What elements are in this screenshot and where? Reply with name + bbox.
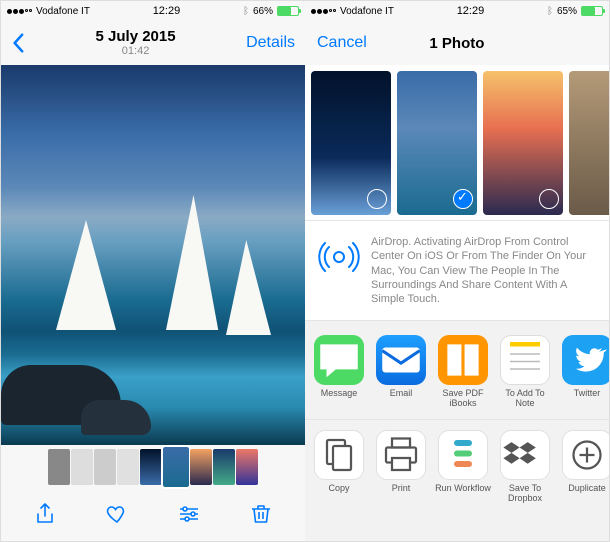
bluetooth-icon xyxy=(243,5,249,17)
copy-icon xyxy=(314,430,364,480)
airdrop-text: AirDrop. Activating AirDrop From Control… xyxy=(371,235,597,306)
battery-icon xyxy=(277,6,299,16)
dropbox-icon xyxy=(500,430,550,480)
nav-bar: 5 July 2015 01:42 Details xyxy=(1,21,305,65)
action-label: Copy xyxy=(328,484,349,494)
ibooks-icon xyxy=(438,335,488,385)
status-time: 12:29 xyxy=(457,5,485,17)
actions-row[interactable]: Copy Print Run Workflow Save To Dropbox Dupl… xyxy=(305,419,609,514)
selection-check-icon[interactable] xyxy=(539,189,559,209)
battery-icon xyxy=(581,6,603,16)
airdrop-row[interactable]: AirDrop. Activating AirDrop From Control… xyxy=(305,220,609,321)
status-bar: Vodafone IT 12:29 66% xyxy=(1,1,305,21)
share-button[interactable] xyxy=(33,502,57,526)
battery-percent: 66% xyxy=(253,6,273,17)
thumbnail[interactable] xyxy=(163,447,189,487)
status-time: 12:29 xyxy=(153,5,181,17)
action-copy-button[interactable]: Copy xyxy=(311,430,367,504)
action-label: Save To Dropbox xyxy=(497,484,553,504)
thumbnail[interactable] xyxy=(236,449,258,485)
selection-thumbnail[interactable] xyxy=(569,71,609,215)
cancel-button[interactable]: Cancel xyxy=(317,34,367,52)
left-phone: Vodafone IT 12:29 66% 5 July 2015 01:42 … xyxy=(1,1,305,541)
thumbnail[interactable] xyxy=(140,449,162,485)
details-button[interactable]: Details xyxy=(246,34,295,52)
selection-thumbnail[interactable] xyxy=(311,71,391,215)
thumbnail[interactable] xyxy=(94,449,116,485)
print-icon xyxy=(376,430,426,480)
message-icon xyxy=(314,335,364,385)
heart-icon xyxy=(105,502,129,526)
thumbnail[interactable] xyxy=(190,449,212,485)
selection-count: 1 Photo xyxy=(429,35,484,52)
share-email-button[interactable]: Email xyxy=(373,335,429,409)
carrier-label: Vodafone IT xyxy=(36,6,90,17)
right-phone: Vodafone IT 12:29 65% Cancel 1 Photo Air… xyxy=(305,1,609,541)
back-button[interactable] xyxy=(11,33,25,53)
main-photo[interactable] xyxy=(1,65,305,445)
action-label: Duplicate xyxy=(568,484,606,494)
battery-percent: 65% xyxy=(557,6,577,17)
selection-check-icon[interactable] xyxy=(367,189,387,209)
airdrop-icon xyxy=(317,235,361,279)
carrier-label: Vodafone IT xyxy=(340,6,394,17)
selection-check-icon[interactable] xyxy=(453,189,473,209)
email-icon xyxy=(376,335,426,385)
chevron-left-icon xyxy=(11,33,25,53)
edit-button[interactable] xyxy=(177,502,201,526)
sliders-icon xyxy=(177,502,201,526)
action-label: Print xyxy=(392,484,411,494)
share-apps-row[interactable]: Message Email Save PDF iBooks To Add To Not… xyxy=(305,321,609,419)
photo-date: 5 July 2015 xyxy=(96,29,176,46)
action-print-button[interactable]: Print xyxy=(373,430,429,504)
share-label: Email xyxy=(390,389,413,399)
share-label: Message xyxy=(321,389,358,399)
screenshot-pair: Vodafone IT 12:29 66% 5 July 2015 01:42 … xyxy=(0,0,610,542)
share-label: Save PDF iBooks xyxy=(435,389,491,409)
thumbnail[interactable] xyxy=(48,449,70,485)
thumbnail[interactable] xyxy=(213,449,235,485)
bluetooth-icon xyxy=(547,5,553,17)
selection-thumbnail[interactable] xyxy=(397,71,477,215)
signal-icon xyxy=(311,9,336,14)
bottom-toolbar xyxy=(1,489,305,539)
selection-thumbnail[interactable] xyxy=(483,71,563,215)
status-bar: Vodafone IT 12:29 65% xyxy=(305,1,609,21)
workflow-icon xyxy=(438,430,488,480)
photo-time: 01:42 xyxy=(96,45,176,57)
action-duplicate-button[interactable]: Duplicate xyxy=(559,430,609,504)
share-message-button[interactable]: Message xyxy=(311,335,367,409)
share-notes-button[interactable]: To Add To Note xyxy=(497,335,553,409)
delete-button[interactable] xyxy=(249,502,273,526)
duplicate-icon xyxy=(562,430,609,480)
share-ibooks-button[interactable]: Save PDF iBooks xyxy=(435,335,491,409)
share-label: To Add To Note xyxy=(497,389,553,409)
notes-icon xyxy=(500,335,550,385)
thumbnail[interactable] xyxy=(71,449,93,485)
favorite-button[interactable] xyxy=(105,502,129,526)
trash-icon xyxy=(249,502,273,526)
thumbnail-strip[interactable] xyxy=(1,445,305,489)
share-nav-bar: Cancel 1 Photo xyxy=(305,21,609,65)
action-label: Run Workflow xyxy=(435,484,491,494)
action-workflow-button[interactable]: Run Workflow xyxy=(435,430,491,504)
signal-icon xyxy=(7,9,32,14)
share-twitter-button[interactable]: Twitter xyxy=(559,335,609,409)
share-label: Twitter xyxy=(574,389,601,399)
twitter-icon xyxy=(562,335,609,385)
action-dropbox-button[interactable]: Save To Dropbox xyxy=(497,430,553,504)
selection-thumbnails[interactable] xyxy=(305,65,609,220)
thumbnail[interactable] xyxy=(117,449,139,485)
share-icon xyxy=(33,502,57,526)
